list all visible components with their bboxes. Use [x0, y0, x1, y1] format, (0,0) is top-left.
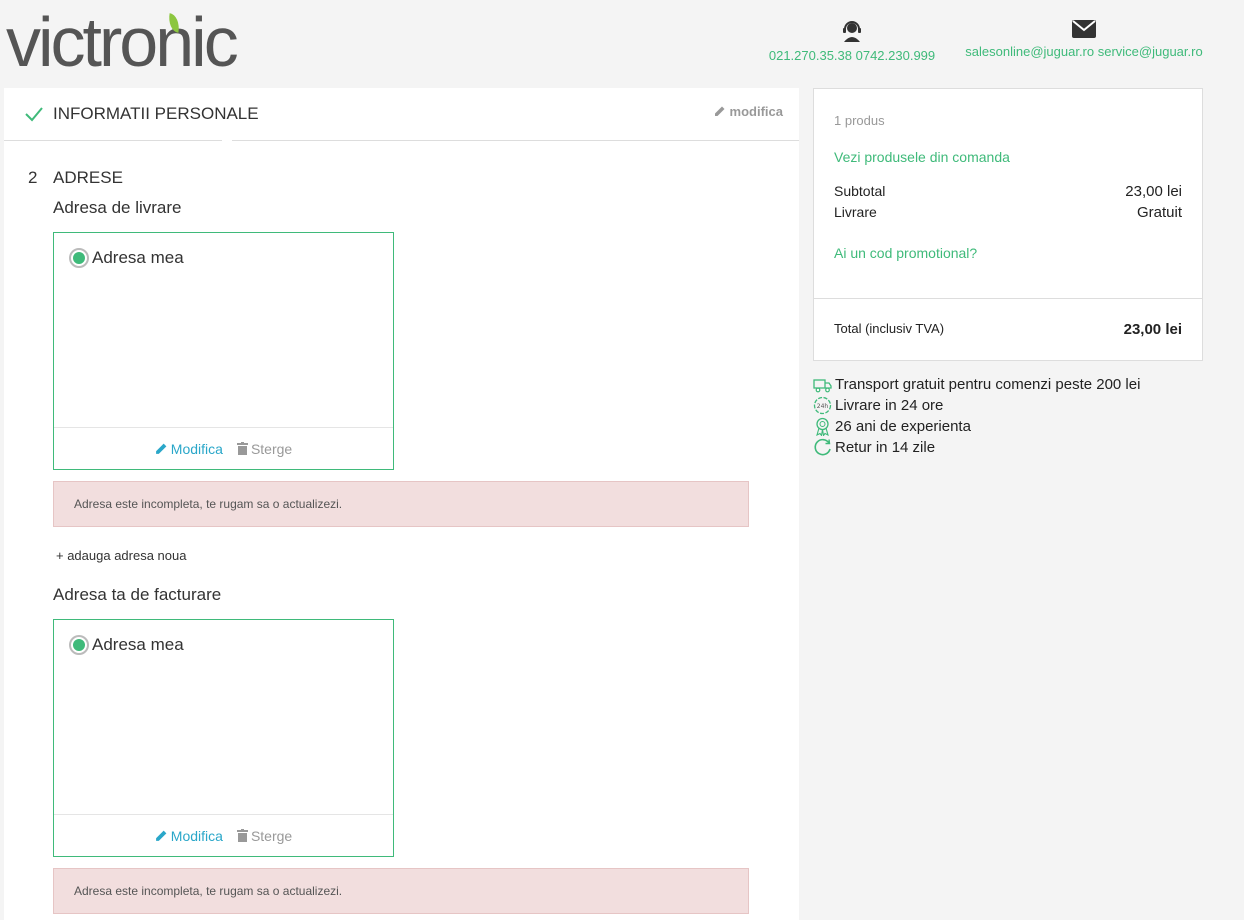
delivery-label: Livrare: [834, 204, 877, 220]
perk-item: 26 ani de experienta: [813, 416, 1140, 437]
delete-label: Sterge: [250, 440, 293, 457]
view-products-link[interactable]: Vezi produsele din comanda: [834, 149, 1010, 165]
support-agent-icon: [843, 21, 861, 42]
truck-icon: [813, 378, 832, 392]
delivery-address-name: Adresa mea: [92, 248, 184, 267]
phone-numbers: 021.270.35.38 0742.230.999: [768, 48, 936, 63]
total-value: 23,00 lei: [1123, 321, 1182, 338]
billing-address-alert: Adresa este incompleta, te rugam sa o ac…: [53, 868, 749, 914]
trash-icon: [236, 829, 248, 842]
personal-info-section: INFORMATII PERSONALE modifica: [4, 88, 799, 141]
pencil-icon: [155, 443, 167, 454]
envelope-icon: [1072, 20, 1096, 38]
product-count: 1 produs: [834, 113, 885, 128]
perk-item: 24h Livrare in 24 ore: [813, 395, 1140, 416]
delivery-row: Livrare Gratuit: [834, 204, 1182, 221]
pencil-icon: [714, 106, 725, 116]
subtotal-row: Subtotal 23,00 lei: [834, 183, 1182, 200]
delivery-card-actions: Modifica Sterge: [54, 427, 393, 469]
billing-address-card[interactable]: Adresa mea Modifica Sterge: [53, 619, 394, 857]
billing-card-actions: Modifica Sterge: [54, 814, 393, 856]
perk-text: Transport gratuit pentru comenzi peste 2…: [835, 376, 1141, 393]
email-addresses: salesonline@juguar.ro service@juguar.ro: [965, 44, 1203, 59]
step-number: 2: [28, 168, 38, 187]
personal-info-title: INFORMATII PERSONALE: [53, 104, 259, 123]
personal-info-edit-link[interactable]: modifica: [714, 104, 783, 119]
header-phone[interactable]: 021.270.35.38 0742.230.999: [762, 20, 942, 63]
pencil-icon: [155, 830, 167, 841]
total-label: Total (inclusiv TVA): [834, 321, 945, 336]
billing-edit-button[interactable]: Modifica: [155, 828, 223, 844]
promo-code-link[interactable]: Ai un cod promotional?: [834, 245, 977, 261]
delivery-address-radio[interactable]: [69, 248, 89, 268]
edit-label: Modifica: [170, 440, 223, 457]
perk-item: Transport gratuit pentru comenzi peste 2…: [813, 374, 1140, 395]
perk-text: 26 ani de experienta: [835, 418, 971, 435]
order-summary: 1 produs Vezi produsele din comanda Subt…: [813, 88, 1203, 361]
billing-delete-button[interactable]: Sterge: [236, 827, 293, 844]
award-icon: [816, 417, 829, 436]
logo-text: victronic: [6, 3, 239, 81]
svg-text:24h: 24h: [817, 403, 829, 410]
trash-icon: [236, 442, 248, 455]
summary-divider: [814, 298, 1202, 299]
delivery-value: Gratuit: [1136, 204, 1182, 221]
delete-label: Sterge: [250, 827, 293, 844]
billing-address-title: Adresa ta de facturare: [53, 585, 222, 604]
return-icon: [814, 438, 831, 456]
add-address-link[interactable]: + adauga adresa noua: [56, 548, 186, 563]
delivery-address-title: Adresa de livrare: [53, 198, 182, 217]
perk-text: Livrare in 24 ore: [835, 397, 944, 414]
perk-text: Retur in 14 zile: [835, 439, 936, 456]
billing-address-name: Adresa mea: [92, 635, 184, 654]
total-row: Total (inclusiv TVA) 23,00 lei: [834, 321, 1182, 338]
victronic-logo[interactable]: victronic: [6, 7, 239, 77]
delivery-address-alert: Adresa este incompleta, te rugam sa o ac…: [53, 481, 749, 527]
perks-list: Transport gratuit pentru comenzi peste 2…: [813, 374, 1140, 458]
check-icon: [25, 107, 43, 122]
checkout-panel: INFORMATII PERSONALE modifica 2 ADRESE A…: [4, 88, 799, 920]
billing-address-radio[interactable]: [69, 635, 89, 655]
clock-24-icon: 24h: [813, 396, 832, 415]
subtotal-label: Subtotal: [834, 183, 886, 199]
delivery-delete-button[interactable]: Sterge: [236, 440, 293, 457]
header-email[interactable]: salesonline@juguar.ro service@juguar.ro: [962, 20, 1206, 59]
section-notch: [222, 140, 232, 144]
subtotal-value: 23,00 lei: [1125, 183, 1182, 200]
addresses-title: ADRESE: [53, 168, 123, 187]
delivery-edit-button[interactable]: Modifica: [155, 441, 223, 457]
perk-item: Retur in 14 zile: [813, 437, 1140, 458]
edit-label: Modifica: [170, 827, 223, 844]
edit-label: modifica: [729, 104, 783, 119]
delivery-address-card[interactable]: Adresa mea Modifica Sterge: [53, 232, 394, 470]
